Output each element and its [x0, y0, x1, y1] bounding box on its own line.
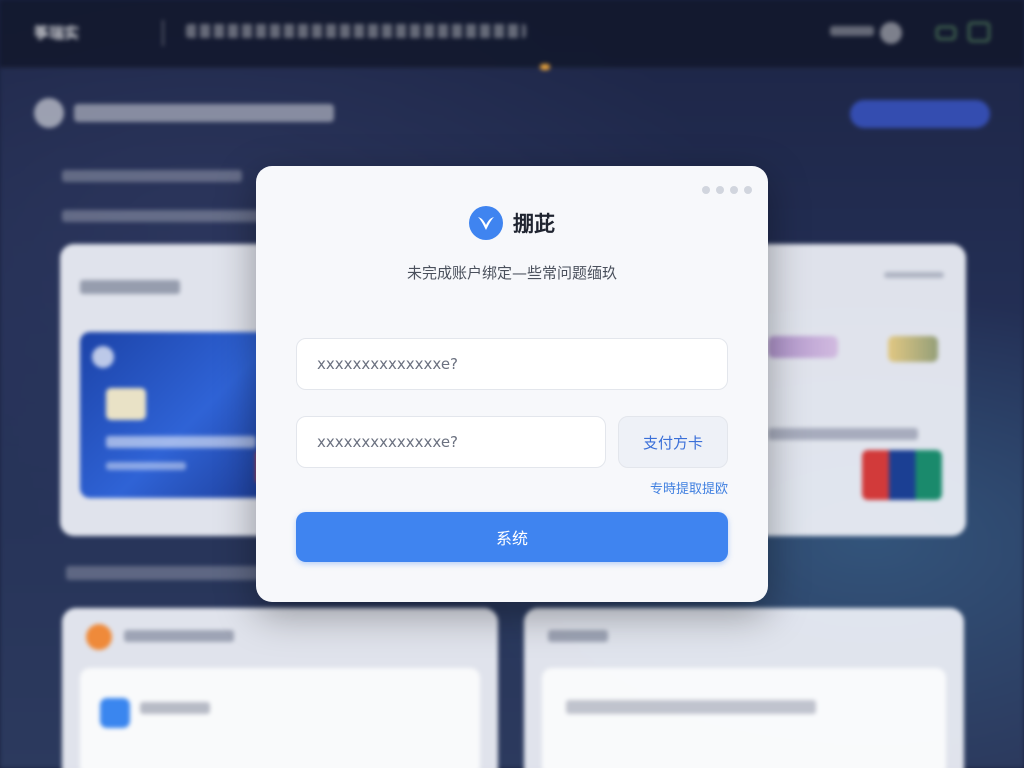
section-heading	[66, 566, 266, 580]
bank-card-panel-title	[80, 280, 180, 294]
dialog-header: 掤茈	[256, 206, 768, 240]
bank-logo-icon	[92, 346, 114, 368]
page-title	[74, 104, 334, 122]
bank-card	[80, 332, 280, 498]
top-bar-user-name	[830, 26, 874, 36]
panel-text	[566, 700, 816, 714]
payment-logo-2	[888, 336, 938, 362]
dialog-title: 掤茈	[513, 212, 555, 236]
help-link[interactable]: 专時提取提欧	[650, 478, 728, 497]
page-icon	[34, 98, 64, 128]
unionpay-logo-icon	[862, 450, 942, 500]
bottom-left-panel	[62, 608, 498, 768]
app-label	[140, 702, 210, 714]
page-info-line-2	[62, 210, 262, 222]
card-chip-icon	[106, 388, 146, 420]
panel-content	[542, 668, 946, 768]
app-brand: 筝瑞实	[34, 24, 80, 42]
binding-dialog: 掤茈 未完成账户绑定—些常问题缅玖 支付方卡 专時提取提欧 系统	[256, 166, 768, 602]
avatar	[880, 22, 902, 44]
page-info-line-1	[62, 170, 242, 182]
dialog-subtitle: 未完成账户绑定—些常问题缅玖	[406, 264, 617, 282]
dot	[716, 186, 724, 194]
brand-logo-icon	[469, 206, 503, 240]
payment-logo-1	[768, 336, 838, 358]
page-action-button	[850, 100, 990, 128]
top-bar-divider	[162, 20, 164, 46]
code-field[interactable]	[296, 416, 606, 468]
panel-title	[124, 630, 234, 642]
more-dots-icon[interactable]	[702, 186, 752, 194]
dot	[702, 186, 710, 194]
dot	[744, 186, 752, 194]
notification-icon	[968, 22, 990, 42]
dot	[730, 186, 738, 194]
payment-methods-panel	[744, 244, 966, 536]
active-indicator	[540, 64, 550, 70]
account-field[interactable]	[296, 338, 728, 390]
panel-title	[548, 630, 608, 642]
app-icon	[100, 698, 130, 728]
card-number	[106, 436, 256, 448]
submit-button[interactable]: 系统	[296, 512, 728, 562]
panel-more-icon	[884, 272, 944, 278]
payment-card-button[interactable]: 支付方卡	[618, 416, 728, 468]
panel-content	[80, 668, 480, 768]
message-icon	[936, 26, 956, 40]
payment-method-text	[768, 428, 918, 440]
code-input[interactable]	[317, 433, 605, 451]
panel-icon	[86, 624, 112, 650]
card-holder	[106, 462, 186, 470]
account-input[interactable]	[317, 355, 727, 373]
bottom-right-panel	[524, 608, 964, 768]
swallow-glyph-icon	[478, 217, 494, 230]
top-bar-breadcrumb	[186, 24, 526, 38]
top-bar: 筝瑞实	[0, 0, 1024, 68]
